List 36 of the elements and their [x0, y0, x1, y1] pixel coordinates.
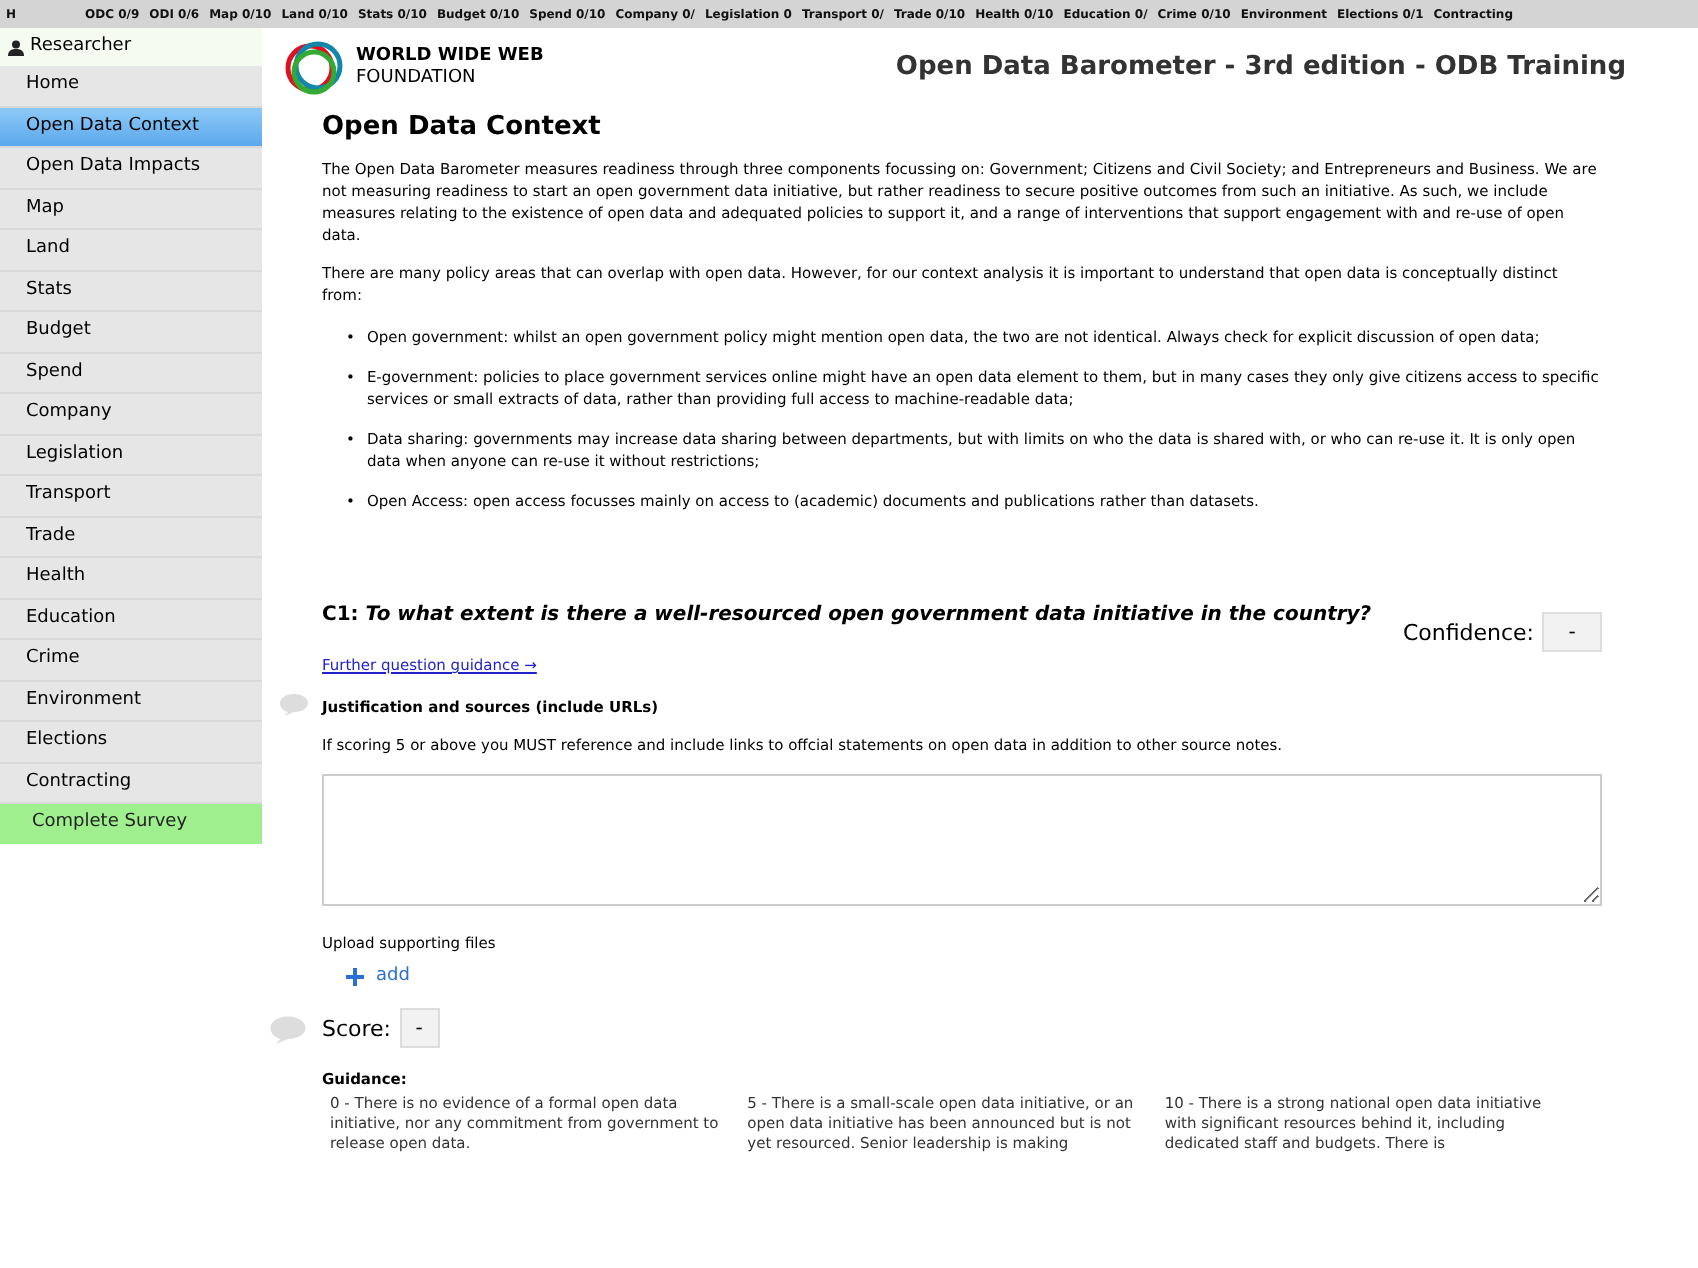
- sidebar-item[interactable]: Land: [0, 230, 262, 271]
- plus-icon: [346, 968, 364, 986]
- sidebar-item[interactable]: Spend: [0, 353, 262, 394]
- sidebar-item[interactable]: Map: [0, 189, 262, 230]
- score-select[interactable]: -: [399, 1008, 440, 1048]
- sidebar-item[interactable]: Environment: [0, 681, 262, 722]
- logo-text: WORLD WIDE WEB: [356, 46, 544, 68]
- confidence-label: Confidence:: [1402, 621, 1534, 643]
- logo-icon: [282, 36, 346, 100]
- user-name: Researcher: [30, 33, 132, 60]
- user-icon: [8, 39, 24, 55]
- justification-input[interactable]: [322, 774, 1602, 906]
- sidebar-item[interactable]: Contracting: [0, 763, 262, 804]
- score-label: Score:: [322, 1017, 392, 1039]
- sidebar-item[interactable]: Trade: [0, 517, 262, 558]
- sidebar-item[interactable]: Open Data Context: [0, 107, 262, 148]
- page-title: Open Data Barometer - 3rd edition - ODB Training: [895, 50, 1626, 87]
- sidebar-item[interactable]: Legislation: [0, 435, 262, 476]
- sidebar-item[interactable]: Budget: [0, 312, 262, 353]
- confidence-select[interactable]: -: [1542, 612, 1602, 652]
- logo-subtext: FOUNDATION: [356, 68, 478, 90]
- sidebar-item[interactable]: Home: [0, 66, 262, 107]
- sidebar-item[interactable]: Company: [0, 394, 262, 435]
- sidebar-item[interactable]: Transport: [0, 476, 262, 517]
- section-heading: Open Data Context: [322, 116, 603, 138]
- comment-icon[interactable]: [278, 692, 310, 716]
- comment-icon[interactable]: [268, 1013, 308, 1043]
- sidebar-item[interactable]: Crime: [0, 640, 262, 681]
- sidebar-item[interactable]: Stats: [0, 271, 262, 312]
- sidebar-item[interactable]: Education: [0, 599, 262, 640]
- complete-survey-button[interactable]: Complete Survey: [0, 804, 262, 844]
- sidebar-item[interactable]: Open Data Impacts: [0, 148, 262, 189]
- add-file-button[interactable]: add: [346, 966, 410, 988]
- question-text: C1: To what extent is there a well-resourced open government data initiative in the country?: [322, 604, 1372, 626]
- sidebar-item[interactable]: Elections: [0, 722, 262, 763]
- sidebar-item[interactable]: Health: [0, 558, 262, 599]
